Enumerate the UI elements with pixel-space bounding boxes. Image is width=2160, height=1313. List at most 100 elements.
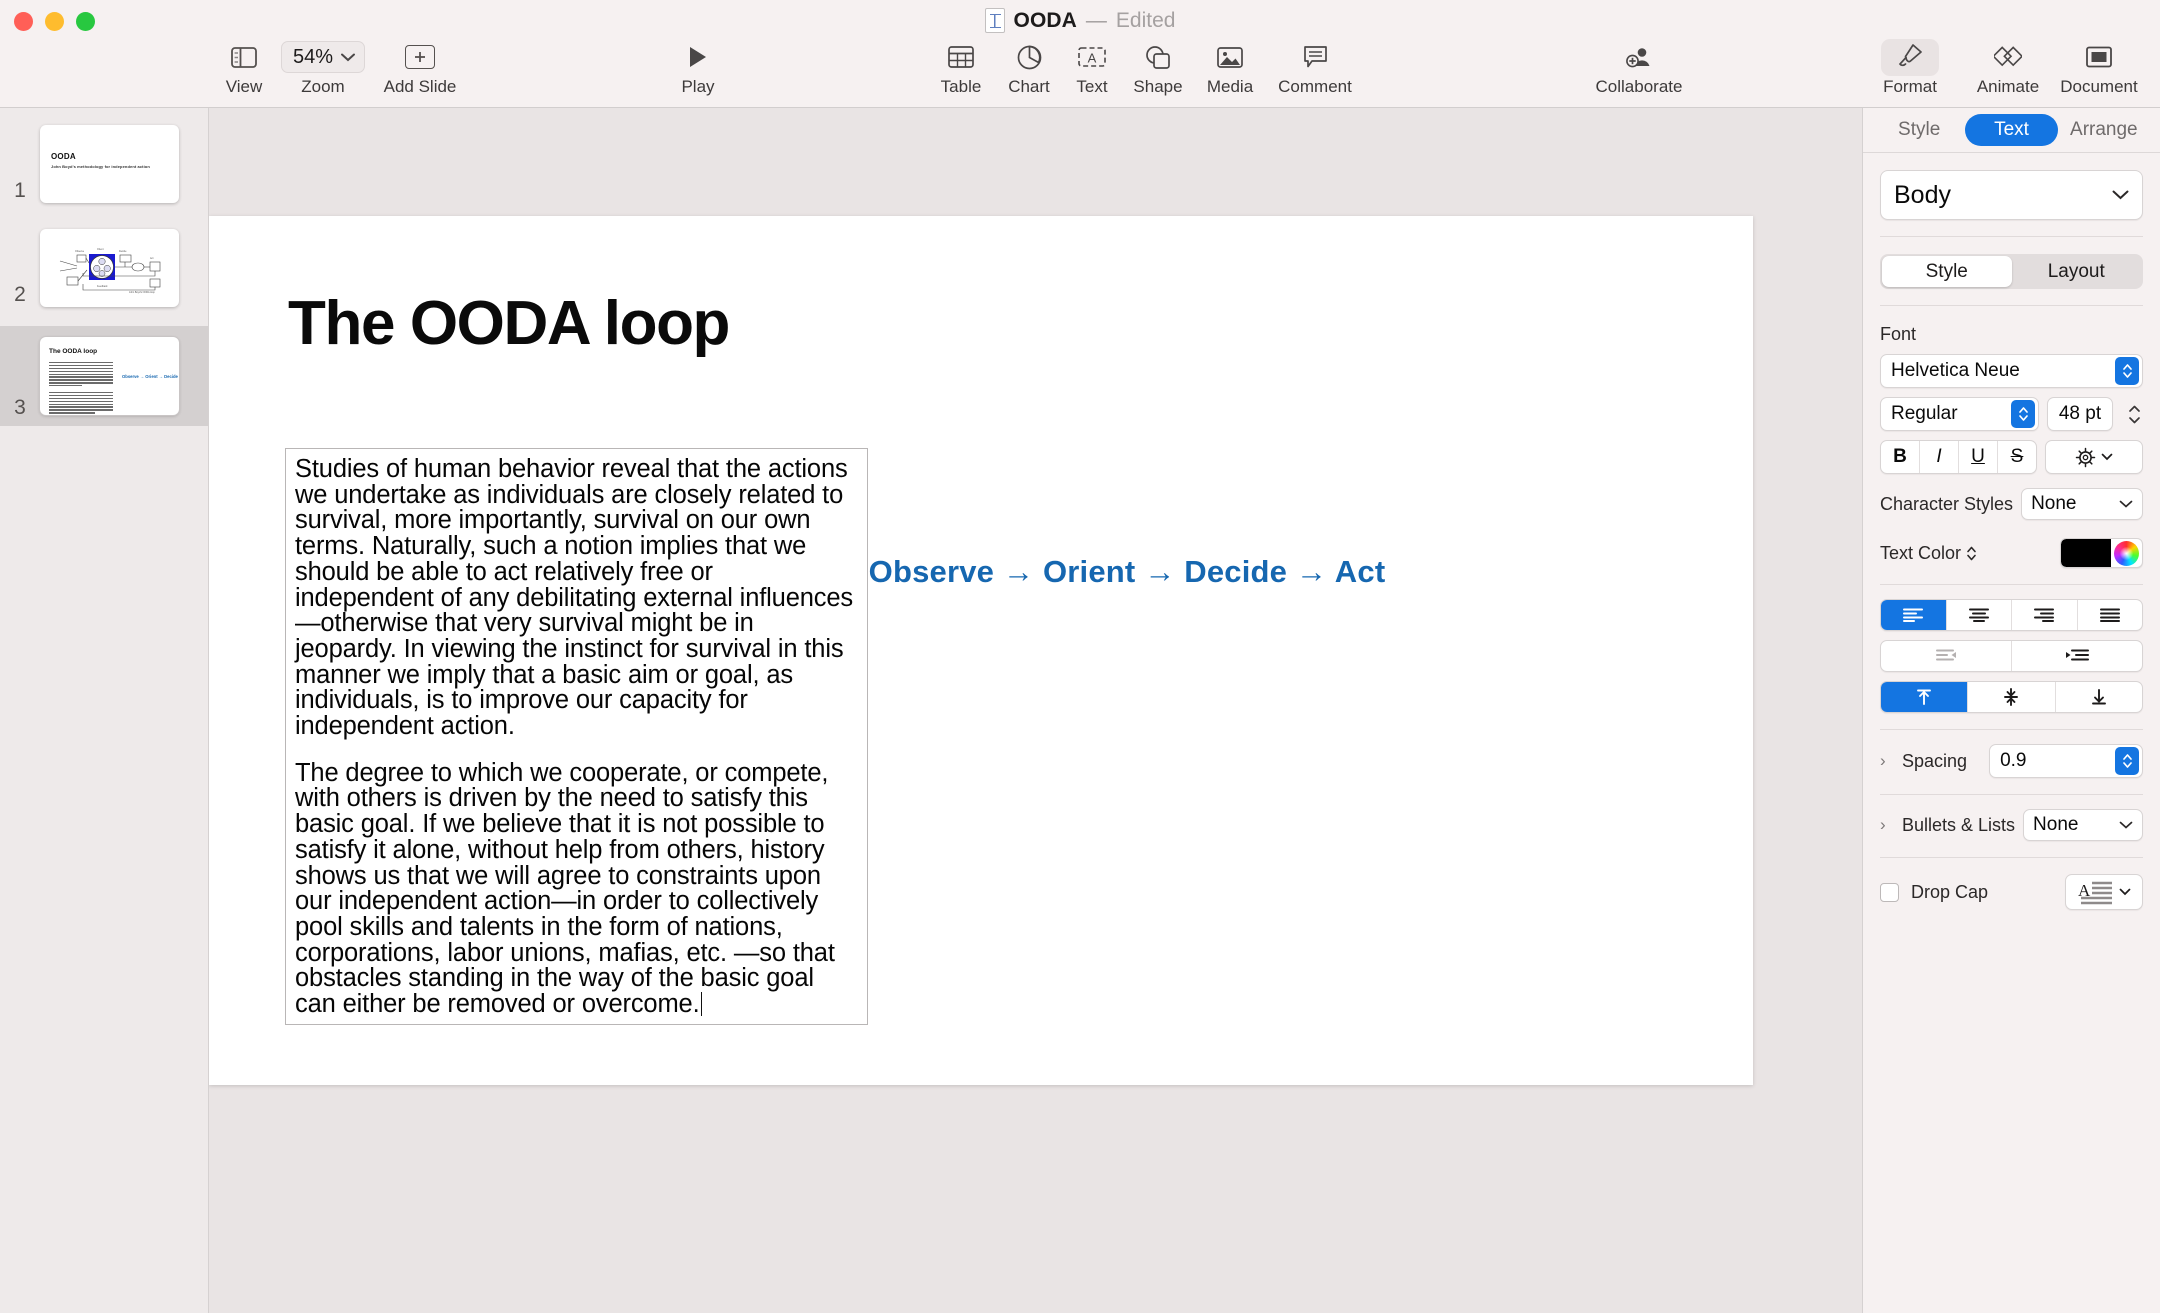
strikethrough-button[interactable]: S	[1998, 441, 2036, 473]
layout-subtab[interactable]: Layout	[2012, 256, 2142, 287]
drop-cap-checkbox[interactable]	[1880, 883, 1899, 902]
align-top-button[interactable]	[1881, 682, 1968, 712]
slide-canvas-area[interactable]: The OODA loop Studies of human behavior …	[209, 108, 1862, 1313]
text-options-button[interactable]	[2045, 440, 2143, 474]
body-paragraph-2: The degree to which we cooperate, or com…	[295, 761, 858, 1018]
zoom-popup-button[interactable]: 54%	[281, 41, 365, 73]
document-title: OODA	[1014, 9, 1077, 33]
spacing-value: 0.9	[1990, 750, 2115, 772]
font-family-field[interactable]: Helvetica Neue	[1880, 354, 2143, 388]
text-color-well[interactable]	[2060, 538, 2143, 568]
svg-text:Act: Act	[150, 257, 154, 260]
font-size-stepper[interactable]	[2126, 405, 2143, 424]
drop-cap-label: Drop Cap	[1911, 882, 1988, 903]
tab-style[interactable]: Style	[1873, 114, 1965, 146]
italic-label: I	[1936, 446, 1941, 468]
close-window-button[interactable]	[14, 12, 33, 31]
character-styles-value: None	[2031, 493, 2076, 515]
divider	[1880, 794, 2143, 795]
drop-cap-icon: A	[2077, 879, 2115, 905]
drop-cap-row: Drop Cap A	[1880, 874, 2143, 910]
character-styles-dropdown[interactable]: None	[2021, 488, 2143, 520]
svg-text:John Boyd's OODA loop: John Boyd's OODA loop	[129, 291, 155, 294]
toolbar-document-button[interactable]: Document	[2040, 36, 2158, 97]
ooda-flow-text[interactable]: Observe → Orient → Decide → Act	[787, 554, 1467, 590]
paragraph-style-value: Body	[1894, 181, 1951, 210]
drop-cap-style-button[interactable]: A	[2065, 874, 2143, 910]
typeface-buttons-group: B I U S	[1880, 440, 2037, 474]
font-weight-value: Regular	[1881, 403, 2011, 425]
bold-button[interactable]: B	[1881, 441, 1920, 473]
slide-preview-3[interactable]: The OODA loop Observe → Orien	[40, 337, 179, 415]
align-bottom-button[interactable]	[2056, 682, 2142, 712]
chevron-down-icon	[2119, 888, 2131, 896]
maximize-window-button[interactable]	[76, 12, 95, 31]
comment-bubble-icon	[1303, 40, 1328, 74]
font-size-field[interactable]: 48 pt	[2047, 397, 2113, 431]
chevron-down-icon	[2101, 453, 2113, 461]
photo-icon	[1217, 40, 1243, 74]
bullets-disclosure-triangle[interactable]: ›	[1880, 815, 1894, 835]
format-inspector-panel: Style Text Arrange Body Style Layout	[1862, 108, 2160, 1313]
title-separator: —	[1086, 9, 1107, 33]
increase-indent-button[interactable]	[2012, 641, 2142, 671]
slide-body-textbox[interactable]: Studies of human behavior reveal that th…	[285, 448, 868, 1025]
text-color-row: Text Color	[1880, 538, 2143, 568]
strikethrough-label: S	[2011, 446, 2024, 468]
align-center-button[interactable]	[1947, 600, 2013, 630]
slide-1-title: OODA	[51, 152, 76, 161]
toolbar-format-button[interactable]: Format	[1855, 36, 1965, 97]
updown-chevrons-icon[interactable]	[1966, 545, 1977, 562]
bullets-lists-dropdown[interactable]: None	[2023, 809, 2143, 841]
toolbar-comment-button[interactable]: Comment	[1255, 36, 1375, 97]
slide-1-subtitle: John Boyd's methodology for independent …	[51, 164, 150, 169]
decrease-indent-button[interactable]	[1881, 641, 2012, 671]
font-weight-field[interactable]: Regular	[1880, 397, 2039, 431]
slide-preview-1[interactable]: OODA John Boyd's methodology for indepen…	[40, 125, 179, 203]
spacing-disclosure-triangle[interactable]: ›	[1880, 751, 1894, 771]
minimize-window-button[interactable]	[45, 12, 64, 31]
underline-button[interactable]: U	[1959, 441, 1998, 473]
slide-thumbnail-1[interactable]: 1 OODA John Boyd's methodology for indep…	[0, 118, 208, 209]
body-paragraph-2-text: The degree to which we cooperate, or com…	[295, 759, 835, 1018]
align-middle-button[interactable]	[1968, 682, 2055, 712]
toolbar-play-button[interactable]: Play	[638, 36, 758, 97]
bold-label: B	[1893, 446, 1907, 468]
font-family-stepper[interactable]	[2115, 357, 2139, 385]
align-left-button[interactable]	[1881, 600, 1947, 630]
svg-text:A: A	[1088, 51, 1097, 66]
color-wheel-icon[interactable]	[2114, 541, 2139, 566]
italic-button[interactable]: I	[1920, 441, 1959, 473]
align-justify-button[interactable]	[2078, 600, 2143, 630]
current-slide[interactable]: The OODA loop Studies of human behavior …	[209, 216, 1753, 1085]
font-weight-stepper[interactable]	[2011, 400, 2035, 428]
gear-icon	[2075, 447, 2096, 468]
tab-arrange[interactable]: Arrange	[2058, 114, 2150, 146]
vertical-alignment-group	[1880, 681, 2143, 713]
slide-thumbnail-3[interactable]: 3 The OODA loop	[0, 326, 208, 426]
slide-navigator[interactable]: 1 OODA John Boyd's methodology for indep…	[0, 108, 209, 1313]
slide-preview-2[interactable]: Observe Orient Decide Act Feedback John …	[40, 229, 179, 307]
slide-thumbnail-2[interactable]: 2	[0, 222, 208, 313]
spacing-stepper[interactable]	[2115, 747, 2139, 775]
toolbar-add-slide-button[interactable]: Add Slide	[360, 36, 480, 97]
ooda-diagram-thumbnail: Observe Orient Decide Act Feedback John …	[40, 229, 179, 307]
main-toolbar: View 54% Zoom Add Slid	[0, 36, 2160, 108]
toolbar-collaborate-button[interactable]: Collaborate	[1554, 36, 1724, 97]
toolbar-view-label: View	[226, 77, 263, 97]
align-right-button[interactable]	[2012, 600, 2078, 630]
slide-3-flow-text: Observe → Orient → Decide → Act	[122, 374, 179, 379]
toolbar-play-label: Play	[681, 77, 714, 97]
document-rect-icon	[2086, 40, 2112, 74]
paragraph-style-popup[interactable]: Body	[1880, 170, 2143, 220]
tab-text[interactable]: Text	[1965, 114, 2057, 146]
text-color-swatch[interactable]	[2061, 539, 2111, 567]
chevron-down-icon	[341, 53, 355, 62]
slide-title-text[interactable]: The OODA loop	[288, 288, 729, 359]
divider	[1880, 236, 2143, 237]
font-size-value: 48 pt	[2059, 403, 2101, 425]
window-controls	[14, 12, 95, 31]
chevron-down-icon	[2119, 821, 2133, 829]
style-subtab[interactable]: Style	[1882, 256, 2012, 287]
spacing-field[interactable]: 0.9	[1989, 744, 2143, 778]
